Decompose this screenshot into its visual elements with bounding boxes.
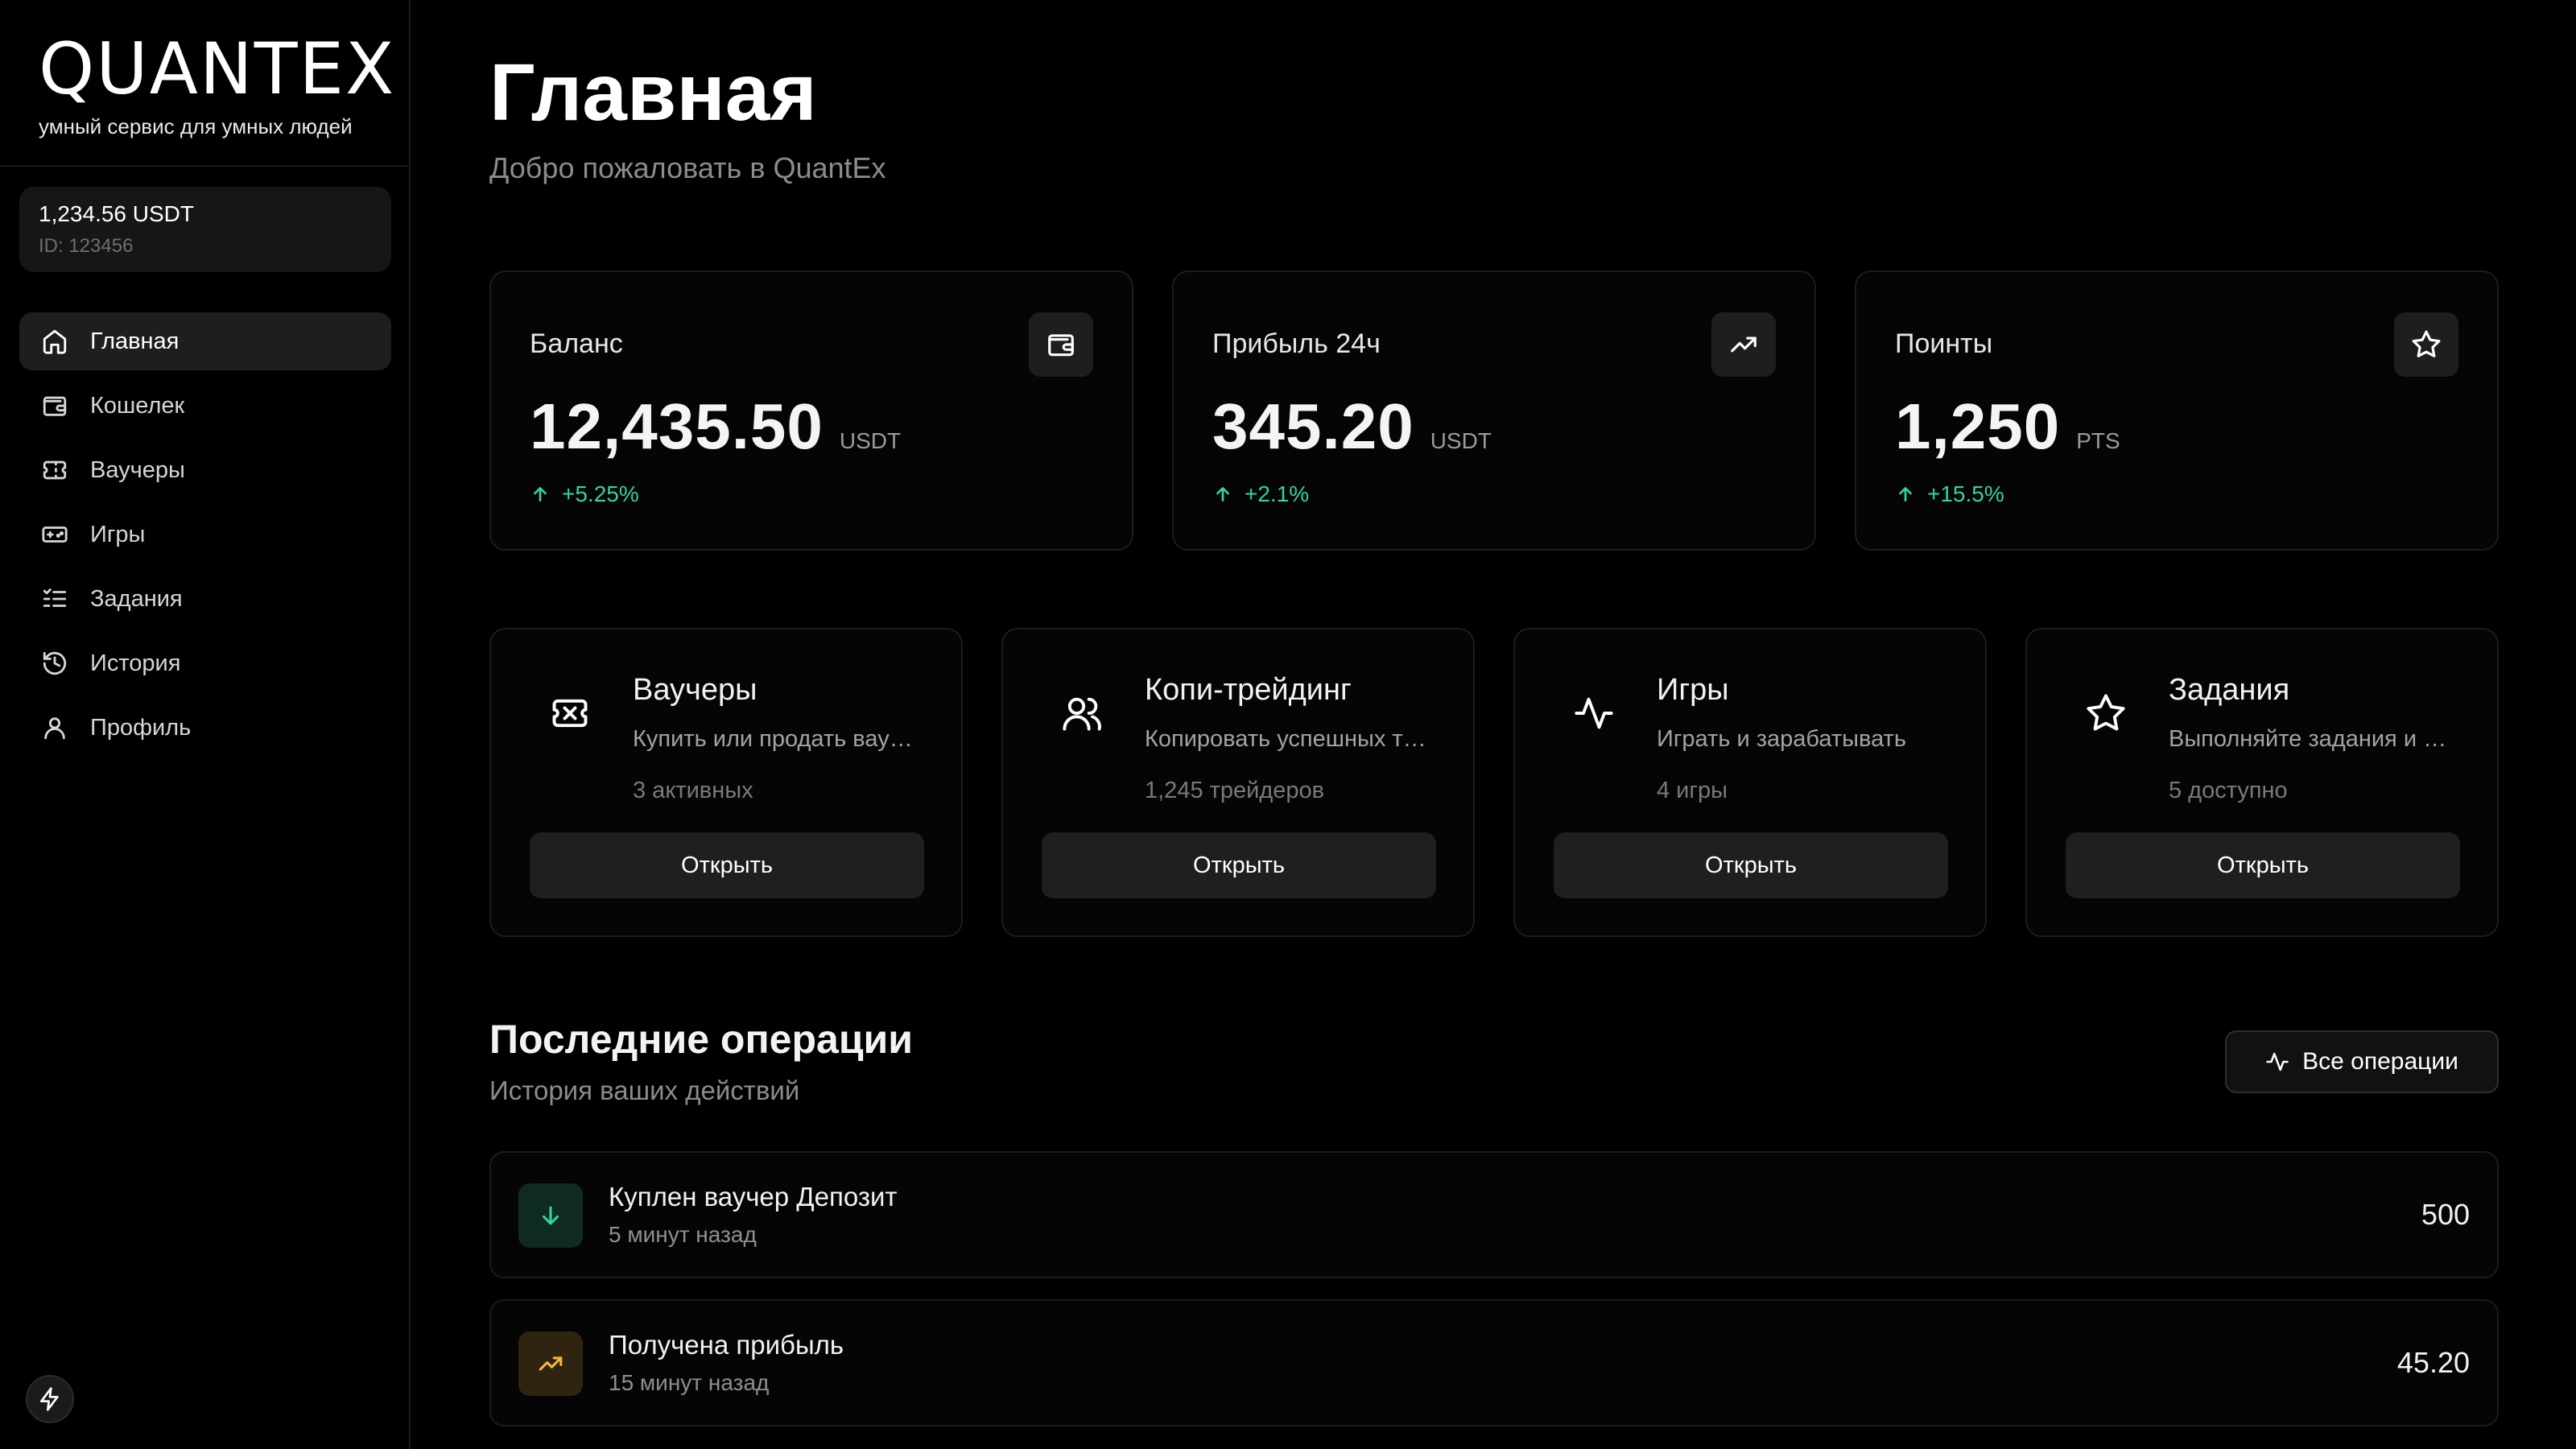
stat-label: Поинты <box>1895 328 1993 359</box>
account-balance-card[interactable]: 1,234.56 USDT ID: 123456 <box>19 187 391 272</box>
gamepad-icon <box>39 518 71 551</box>
feature-card-vouchers: Ваучеры Купить или продать ваучеры 3 акт… <box>489 628 963 937</box>
sidebar-item-label: Профиль <box>90 714 192 741</box>
operation-row[interactable]: Куплен ваучер Депозит 5 минут назад 500 <box>489 1151 2499 1278</box>
stat-change: +5.25% <box>562 481 639 506</box>
operations-title: Последние операции <box>489 1017 914 1062</box>
sidebar-item-vouchers[interactable]: Ваучеры <box>19 441 391 499</box>
stat-change: +2.1% <box>1245 481 1310 506</box>
history-icon <box>39 647 71 679</box>
stat-unit: USDT <box>1430 428 1492 453</box>
sidebar-item-games[interactable]: Игры <box>19 506 391 564</box>
brand: QUANTEX умный сервис для умных людей <box>0 0 409 167</box>
logo[interactable]: QUANTEX <box>39 34 394 105</box>
operation-time: 5 минут назад <box>609 1222 757 1247</box>
stat-card-profit: Прибыль 24ч 345.20 USDT +2.1% <box>1172 270 1816 551</box>
open-games-button[interactable]: Открыть <box>1554 832 1948 898</box>
card-meta: 4 игры <box>1657 778 1728 803</box>
users-icon <box>1059 691 1104 736</box>
stat-card-points: Поинты 1,250 PTS +15.5% <box>1855 270 2499 551</box>
feature-card-tasks: Задания Выполняйте задания и получайте п… <box>2025 628 2499 937</box>
activity-icon <box>1571 691 1616 736</box>
sidebar-item-label: История <box>90 650 181 676</box>
sidebar-item-label: Ваучеры <box>90 456 185 483</box>
star-icon <box>2083 691 2128 736</box>
all-operations-button[interactable]: Все операции <box>2225 1030 2499 1093</box>
sidebar-item-label: Главная <box>90 328 180 354</box>
stat-value: 345.20 <box>1212 390 1414 462</box>
sidebar-item-label: Игры <box>90 521 146 547</box>
sidebar-item-home[interactable]: Главная <box>19 312 391 370</box>
feature-card-copy-trading: Копи-трейдинг Копировать успешных трейде… <box>1001 628 1475 937</box>
stat-value: 1,250 <box>1895 390 2061 462</box>
tagline: умный сервис для умных людей <box>39 114 353 138</box>
arrow-up-icon <box>1899 487 1912 502</box>
feature-card-games: Игры Играть и зарабатывать 4 игры Открыт… <box>1513 628 1987 937</box>
arrow-up-icon <box>534 487 547 502</box>
arrow-up-icon <box>1216 487 1229 502</box>
stat-unit: USDT <box>839 428 902 453</box>
card-title: Игры <box>1657 673 1729 707</box>
stat-label: Баланс <box>530 328 623 359</box>
sidebar-item-label: Кошелек <box>90 392 185 419</box>
arrow-down-icon <box>518 1183 583 1248</box>
account-id: ID: 123456 <box>39 235 134 257</box>
stat-value: 12,435.50 <box>530 390 824 462</box>
wallet-icon <box>39 390 71 422</box>
sidebar-item-history[interactable]: История <box>19 634 391 692</box>
list-icon <box>39 583 71 615</box>
operation-title: Получена прибыль <box>609 1330 844 1360</box>
quick-action-button[interactable] <box>26 1375 74 1423</box>
stat-unit: PTS <box>2076 428 2120 453</box>
trending-up-icon <box>518 1331 583 1396</box>
card-meta: 5 доступно <box>2169 778 2288 803</box>
open-vouchers-button[interactable]: Открыть <box>530 832 924 898</box>
sidebar-item-label: Задания <box>90 585 183 612</box>
sidebar-nav: Главная Кошелек Ваучеры Игры Задания Ист… <box>19 312 391 763</box>
user-icon <box>39 712 71 744</box>
operation-amount: 45.20 <box>2396 1346 2470 1379</box>
star-icon <box>2394 312 2458 377</box>
stat-label: Прибыль 24ч <box>1212 328 1381 359</box>
operation-amount: 500 <box>2421 1198 2470 1231</box>
sidebar: QUANTEX умный сервис для умных людей 1,2… <box>0 0 411 1449</box>
card-title: Ваучеры <box>633 673 758 707</box>
stat-change: +15.5% <box>1927 481 2004 506</box>
lightning-icon <box>37 1386 63 1412</box>
activity-icon <box>2266 1052 2289 1071</box>
stat-card-balance: Баланс 12,435.50 USDT +5.25% <box>489 270 1133 551</box>
ticket-icon <box>39 454 71 486</box>
open-copy-trading-button[interactable]: Открыть <box>1042 832 1436 898</box>
card-meta: 1,245 трейдеров <box>1145 778 1325 803</box>
open-tasks-button[interactable]: Открыть <box>2066 832 2460 898</box>
card-title: Задания <box>2169 673 2290 707</box>
card-description: Выполняйте задания и получайте поинты <box>2169 726 2458 752</box>
page-subtitle: Добро пожаловать в QuantEx <box>489 151 886 184</box>
all-operations-label: Все операции <box>2302 1048 2458 1075</box>
sidebar-item-tasks[interactable]: Задания <box>19 570 391 628</box>
page-title: Главная <box>489 47 817 138</box>
card-meta: 3 активных <box>633 778 753 803</box>
trending-up-icon <box>1711 312 1776 377</box>
card-description: Копировать успешных трейдеров <box>1145 726 1435 752</box>
card-title: Копи-трейдинг <box>1145 673 1352 707</box>
wallet-icon <box>1029 312 1093 377</box>
operation-time: 15 минут назад <box>609 1370 770 1395</box>
account-balance: 1,234.56 USDT <box>39 201 194 226</box>
sidebar-item-wallet[interactable]: Кошелек <box>19 377 391 435</box>
card-description: Играть и зарабатывать <box>1657 726 1906 752</box>
operations-subtitle: История ваших действий <box>489 1075 800 1105</box>
ticket-icon <box>547 691 592 736</box>
operation-row[interactable]: Получена прибыль 15 минут назад 45.20 <box>489 1299 2499 1426</box>
sidebar-item-profile[interactable]: Профиль <box>19 699 391 757</box>
home-icon <box>39 325 71 357</box>
operation-title: Куплен ваучер Депозит <box>609 1182 898 1212</box>
card-description: Купить или продать ваучеры <box>633 726 923 752</box>
